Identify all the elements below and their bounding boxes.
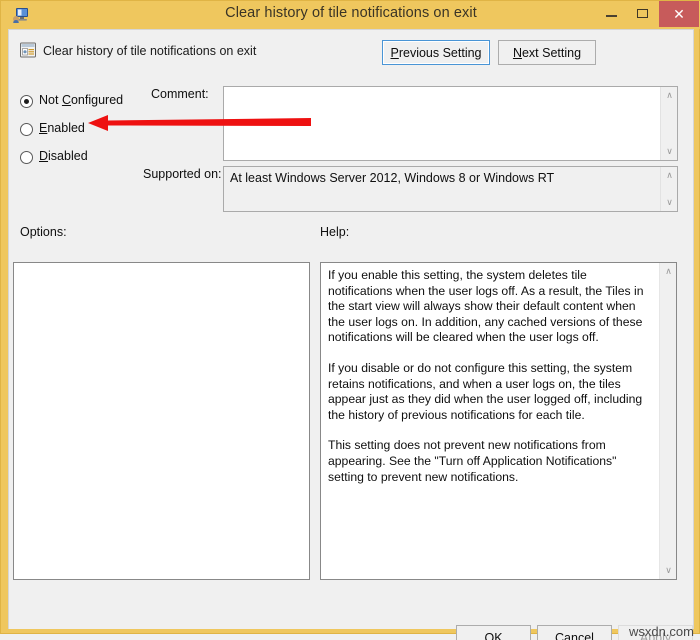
options-label: Options: [20,225,67,239]
previous-setting-accel: P [390,45,399,60]
radio-enabled-indicator[interactable] [20,123,33,136]
radio-not-configured-label: Not Configured [39,93,124,107]
radio-enabled[interactable]: Enabled [20,121,140,139]
policy-setting-icon [19,41,37,59]
next-setting-button[interactable]: Next Setting [498,40,596,65]
help-text: If you enable this setting, the system d… [328,268,652,485]
previous-setting-label: revious Setting [398,45,482,60]
previous-setting-button[interactable]: Previous Setting [382,40,490,65]
chevron-down-icon[interactable]: ∨ [661,144,678,159]
radio-not-configured-indicator[interactable] [20,95,33,108]
help-paragraph: This setting does not prevent new notifi… [328,438,617,484]
screenshot-root: Clear history of tile notifications on e… [0,0,700,640]
radio-not-configured[interactable]: Not Configured [20,93,140,111]
radio-enabled-label: Enabled [39,121,85,135]
radio-disabled-indicator[interactable] [20,151,33,164]
options-panel[interactable] [13,262,310,580]
chevron-down-icon[interactable]: ∨ [661,195,678,210]
setting-name-label: Clear history of tile notifications on e… [43,44,257,58]
setting-header: Clear history of tile notifications on e… [9,30,693,76]
next-setting-accel: N [512,45,522,60]
dialog-window: Clear history of tile notifications on e… [0,0,700,640]
minimize-button[interactable] [595,1,627,27]
supported-on-value: At least Windows Server 2012, Windows 8 … [230,171,555,185]
supported-on-label: Supported on: [143,167,222,181]
supported-on-scrollbar[interactable]: ∧ ∨ [660,167,677,211]
radio-disabled[interactable]: Disabled [20,149,140,167]
minimize-icon [606,15,617,17]
radio-disabled-label: Disabled [39,149,88,163]
maximize-button[interactable] [627,1,659,27]
help-scrollbar[interactable]: ∧ ∨ [659,263,676,579]
help-panel[interactable]: If you enable this setting, the system d… [320,262,677,580]
close-icon: ✕ [673,6,685,22]
chevron-up-icon[interactable]: ∧ [660,264,677,279]
comment-textbox[interactable]: ∧ ∨ [223,86,678,161]
comment-scrollbar[interactable]: ∧ ∨ [660,87,677,160]
maximize-icon [637,9,648,18]
watermark: wsxdn.com [628,624,694,639]
supported-on-textbox[interactable]: At least Windows Server 2012, Windows 8 … [223,166,678,212]
chevron-up-icon[interactable]: ∧ [661,168,678,183]
dialog-client-area: Clear history of tile notifications on e… [8,29,694,640]
comment-label: Comment: [151,87,209,101]
close-button[interactable]: ✕ [659,1,699,27]
cancel-button[interactable]: Cancel [537,625,612,640]
title-bar[interactable]: Clear history of tile notifications on e… [1,1,700,29]
help-label: Help: [320,225,350,239]
next-setting-label: ext Setting [521,45,582,60]
help-paragraph: If you disable or do not configure this … [328,360,643,422]
chevron-down-icon[interactable]: ∨ [660,563,677,578]
ok-button[interactable]: OK [456,625,531,640]
chevron-up-icon[interactable]: ∧ [661,88,678,103]
help-paragraph: If you enable this setting, the system d… [328,268,644,345]
